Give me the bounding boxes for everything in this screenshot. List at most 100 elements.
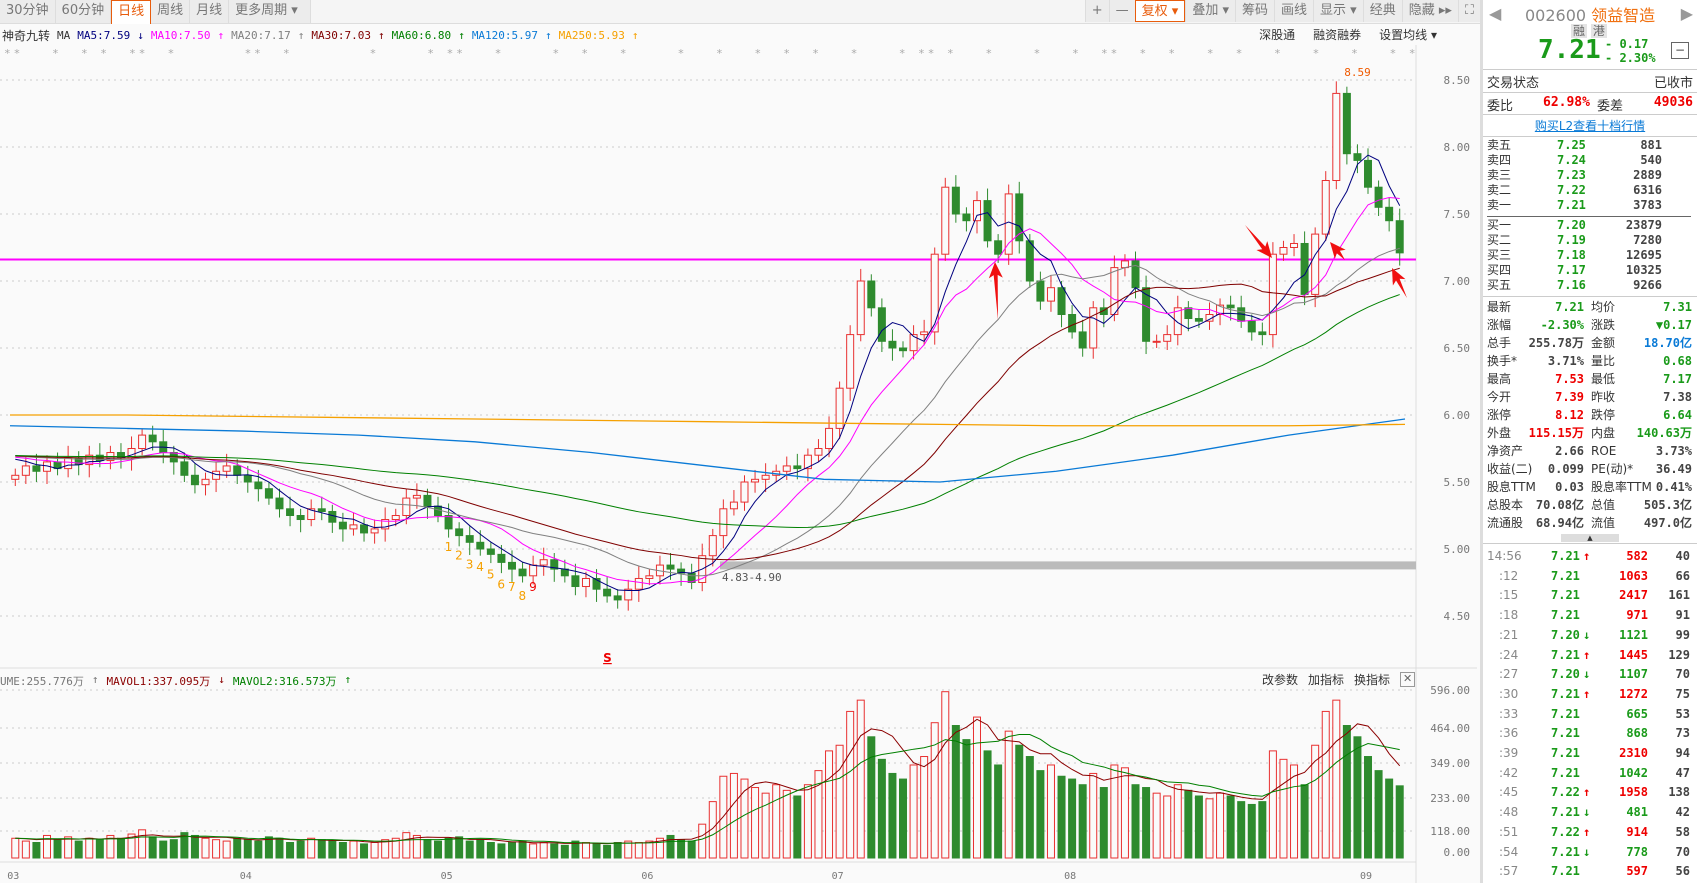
- level-label: 买四: [1487, 263, 1512, 277]
- volume-tools: 改参数 加指标 换指标 ✕: [1262, 671, 1416, 688]
- volume-bar: [592, 843, 601, 859]
- tick-row: :57 7.21 597 56: [1487, 861, 1692, 881]
- level-label: 卖三: [1487, 168, 1512, 182]
- volume-bar: [1258, 801, 1267, 859]
- tick-price: 7.22: [1551, 824, 1580, 839]
- l2-upgrade-link[interactable]: 购买L2查看十档行情: [1487, 117, 1693, 134]
- volume-bar: [1300, 784, 1309, 859]
- volume-bar: [159, 840, 168, 859]
- collapse-icon[interactable]: −: [1671, 42, 1689, 59]
- candle: [286, 496, 295, 527]
- close-icon[interactable]: ✕: [1400, 672, 1416, 687]
- level-price: 7.16: [1557, 278, 1586, 292]
- volume-bar: [1078, 784, 1087, 859]
- volume-bar: [507, 841, 516, 859]
- volume-bar: [951, 725, 960, 859]
- stat-label: 总手: [1487, 336, 1512, 350]
- kline-chart[interactable]: 4.83-4.90 8.59 123 456 789 S: [0, 0, 1480, 883]
- volume-bar: [877, 758, 886, 859]
- volume-bar: [1247, 803, 1256, 859]
- volume-bar: [1321, 710, 1330, 859]
- volume-bar: [1046, 764, 1055, 859]
- candle: [930, 247, 939, 345]
- volume-bar: [349, 840, 358, 859]
- tick-row: :48 7.21 ↓ 481 42: [1487, 802, 1692, 822]
- tick-row: 14:56 7.21 ↑ 582 40: [1487, 546, 1692, 566]
- candle: [877, 298, 886, 353]
- tick-time: :21: [1499, 627, 1519, 642]
- stat-label: 外盘: [1487, 426, 1512, 440]
- candle: [1258, 322, 1267, 346]
- volume-bar: [402, 832, 411, 859]
- up-arrow-icon: ↑: [1583, 785, 1591, 800]
- volume-bar: [1374, 770, 1383, 859]
- volume-bar: [698, 823, 707, 859]
- tick-time: :42: [1499, 765, 1519, 780]
- scroll-up-icon[interactable]: ▲: [1561, 534, 1619, 542]
- volume-bar: [793, 795, 802, 859]
- volume-bar: [1364, 756, 1373, 859]
- level-label: 卖二: [1487, 183, 1512, 197]
- candle: [116, 443, 125, 469]
- tick-row: :27 7.20 ↓ 1107 70: [1487, 664, 1692, 684]
- add-indicator-button[interactable]: 加指标: [1308, 671, 1344, 688]
- next-stock-icon[interactable]: ▶: [1681, 4, 1693, 23]
- price-tick: 4.50: [1443, 610, 1471, 623]
- sells-row: 卖一 7.21 3783: [1487, 198, 1692, 213]
- tick-volume: 582: [1626, 549, 1648, 563]
- volume-bar: [212, 839, 221, 859]
- tick-volume: 597: [1626, 864, 1648, 879]
- switch-indicator-button[interactable]: 换指标: [1354, 671, 1390, 688]
- candle: [603, 577, 612, 603]
- sells-row: 卖四 7.24 540: [1487, 153, 1692, 168]
- ma5-line: [15, 154, 1401, 592]
- stat-value: 3.71%: [1547, 354, 1584, 368]
- volume-bar: [761, 792, 770, 859]
- tick-time: :15: [1499, 588, 1519, 603]
- edit-params-button[interactable]: 改参数: [1262, 671, 1298, 688]
- tick-volume: 1121: [1619, 627, 1648, 642]
- stat-label: 涨跌: [1591, 318, 1616, 332]
- annotation-arrow-icon: [1330, 242, 1346, 260]
- tick-price: 7.22: [1551, 785, 1580, 800]
- stat-label: 总股本: [1487, 498, 1524, 512]
- stat-label: 今开: [1487, 390, 1512, 404]
- stat-label: 总值: [1591, 498, 1616, 512]
- volume-bar: [370, 841, 379, 859]
- candle: [212, 461, 221, 493]
- price-tick: 8.00: [1443, 141, 1471, 154]
- tick-price: 7.20: [1551, 667, 1580, 682]
- volume-bar: [1279, 758, 1288, 859]
- volume-bar: [32, 841, 41, 859]
- stat-value: 0.41%: [1655, 480, 1692, 494]
- tick-row: :36 7.21 868 73: [1487, 723, 1692, 743]
- volume-bar: [1237, 801, 1246, 859]
- stat-value: ▼0.17: [1655, 318, 1692, 332]
- candle: [539, 547, 548, 576]
- volume-bar: [825, 750, 834, 859]
- level-label: 买二: [1487, 233, 1512, 247]
- volume-bar: [782, 789, 791, 859]
- volume-tick: 464.00: [1430, 722, 1470, 735]
- candle: [1142, 275, 1151, 355]
- nine-turn-count: 9: [529, 580, 537, 594]
- candle: [740, 475, 749, 511]
- volume-bar: [1194, 795, 1203, 859]
- volume-bar: [1152, 792, 1161, 859]
- stat-value: 497.0亿: [1643, 516, 1692, 530]
- prev-stock-icon[interactable]: ◀: [1489, 4, 1501, 23]
- tick-volume: 665: [1626, 706, 1648, 721]
- volume-bar: [1290, 764, 1299, 859]
- up-arrow-icon: ↑: [1583, 686, 1591, 701]
- month-label: 08: [1064, 871, 1077, 882]
- month-label: 07: [831, 871, 844, 882]
- stat-label: 均价: [1591, 300, 1616, 314]
- level-label: 买一: [1487, 218, 1512, 232]
- level-label: 卖一: [1487, 198, 1512, 212]
- gap-band: [720, 561, 1416, 570]
- volume-bar: [1226, 795, 1235, 859]
- down-arrow-icon: ↓: [1583, 627, 1591, 642]
- last-price: 7.21: [1538, 35, 1601, 65]
- stat-row: 收益(二) 0.099 PE(动)* 36.49: [1487, 460, 1692, 478]
- price-tick: 5.50: [1443, 476, 1471, 489]
